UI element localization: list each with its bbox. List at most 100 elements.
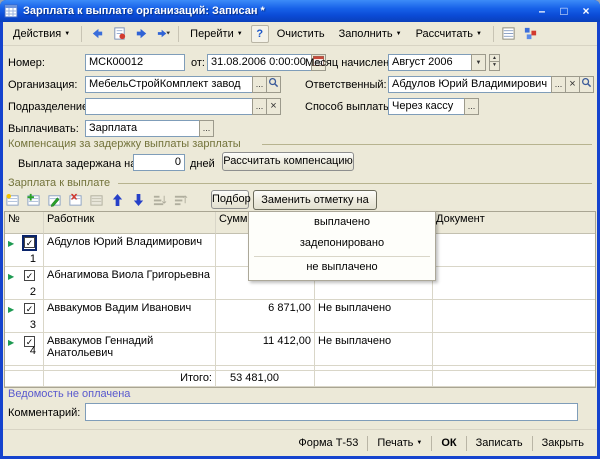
add-row-button[interactable] (4, 192, 21, 208)
responsible-open-button[interactable] (579, 76, 594, 93)
table-totals-row: Итого: 53 481,00 (5, 371, 595, 387)
table-row[interactable]: ▶ ✓ 3 Аввакумов Вадим Иванович 6 871,00 … (5, 300, 595, 333)
document-cell (433, 333, 595, 366)
table-row[interactable]: ▶ ✓ 4 Аввакумов Геннадий Анатольевич 11 … (5, 333, 595, 366)
sort-asc-icon (152, 193, 167, 207)
method-input[interactable]: Через кассу (388, 98, 465, 115)
edit-pencil-icon (47, 193, 62, 207)
responsible-select-button[interactable]: ... (551, 76, 566, 93)
row-marker-icon: ▶ (8, 338, 14, 347)
calculate-menu-button[interactable]: Рассчитать▼ (410, 26, 488, 42)
move-down-button[interactable] (130, 192, 147, 208)
spinner-up-icon[interactable]: ▲ (490, 55, 499, 62)
amount-cell: 6 871,00 (216, 300, 315, 333)
help-icon: ? (256, 28, 263, 40)
delay-label: Выплата задержана на (18, 158, 136, 170)
delete-icon (68, 193, 83, 207)
ok-button[interactable]: ОК (432, 435, 465, 451)
list-settings-button[interactable] (499, 24, 519, 43)
department-clear-button[interactable]: × (266, 98, 281, 115)
payroll-status-text: Ведомость не оплачена (8, 388, 130, 400)
row-checkbox[interactable]: ✓ (24, 237, 35, 249)
goto-menu-button[interactable]: Перейти▼ (184, 26, 249, 42)
menu-separator (254, 256, 430, 257)
clear-button[interactable]: Очистить (271, 26, 331, 42)
month-spinner[interactable]: ▲ ▼ (489, 54, 500, 71)
structure-prev-button[interactable] (131, 24, 151, 43)
curved-arrow-icon (134, 26, 149, 41)
total-label: Итого: (44, 371, 216, 387)
row-number: 4 (30, 345, 36, 357)
sort-asc-button[interactable] (151, 192, 168, 208)
compensation-group-title: Компенсация за задержку выплаты зарплаты (8, 138, 241, 150)
row-checkbox[interactable]: ✓ (24, 270, 35, 282)
checkbox-check-icon: ✓ (24, 270, 35, 281)
actions-menu-button[interactable]: Действия▼ (7, 26, 76, 42)
end-edit-button[interactable] (88, 192, 105, 208)
window-title: Зарплата к выплате организаций: Записан … (23, 5, 534, 17)
save-button[interactable]: Записать (467, 435, 532, 451)
date-label: от: (191, 57, 205, 69)
sort-desc-button[interactable] (172, 192, 189, 208)
pay-select-button[interactable]: ... (199, 120, 214, 137)
col-header-document: Документ (433, 212, 595, 234)
month-dropdown-button[interactable]: ▼ (471, 54, 486, 71)
month-input[interactable]: Август 2006 (388, 54, 472, 71)
employee-name: Абдулов Юрий Владимирович (44, 234, 216, 267)
checkbox-check-icon: ✓ (24, 303, 35, 314)
days-label: дней (190, 158, 215, 170)
pick-button[interactable]: Подбор (211, 190, 249, 209)
status-cell: Не выплачено (315, 300, 433, 333)
delay-days-input[interactable]: 0 (133, 154, 185, 171)
dropdown-arrow-icon: ▼ (237, 31, 243, 37)
date-input[interactable]: 31.08.2006 0:00:00 (207, 54, 312, 71)
help-button[interactable]: ? (251, 25, 269, 43)
replace-mark-button[interactable]: Заменить отметку на ...▼ (253, 190, 377, 210)
end-edit-icon (89, 193, 104, 207)
close-button[interactable]: Закрыть (533, 435, 593, 451)
row-checkbox[interactable]: ✓ (24, 303, 35, 315)
organization-select-button[interactable]: ... (252, 76, 267, 93)
reread-button[interactable] (109, 24, 129, 43)
menu-item-paid[interactable]: выплачено (249, 212, 435, 233)
minimize-icon[interactable]: – (534, 4, 550, 18)
close-icon[interactable]: × (578, 4, 594, 18)
title-bar: Зарплата к выплате организаций: Записан … (0, 0, 600, 22)
delete-row-button[interactable] (67, 192, 84, 208)
structure-next-button[interactable] (153, 24, 173, 43)
form-t53-button[interactable]: Форма Т-53 (289, 435, 367, 451)
comment-input[interactable] (85, 403, 578, 421)
move-up-button[interactable] (109, 192, 126, 208)
replace-mark-menu: выплачено задепонировано не выплачено (248, 211, 436, 281)
row-marker-icon: ▶ (8, 305, 14, 314)
magnifier-icon (581, 77, 592, 88)
organization-open-button[interactable] (266, 76, 281, 93)
spinner-down-icon[interactable]: ▼ (490, 62, 499, 69)
add-icon (5, 193, 20, 207)
structure-settings-button[interactable] (521, 24, 541, 43)
number-input[interactable]: МСК00012 (85, 54, 185, 71)
row-marker-icon: ▶ (8, 239, 14, 248)
edit-row-button[interactable] (46, 192, 63, 208)
organization-input[interactable]: МебельСтройКомплект завод (85, 76, 253, 93)
copy-row-button[interactable] (25, 192, 42, 208)
calc-compensation-button[interactable]: Рассчитать компенсацию (222, 152, 354, 171)
row-number: 1 (30, 253, 36, 265)
menu-item-not-paid[interactable]: не выплачено (249, 259, 435, 278)
arrow-up-icon (111, 193, 124, 207)
back-button[interactable] (87, 24, 107, 43)
maximize-icon[interactable]: □ (556, 4, 572, 18)
department-select-button[interactable]: ... (252, 98, 267, 115)
department-input[interactable] (85, 98, 253, 115)
comment-label: Комментарий: (8, 407, 80, 419)
pay-input[interactable]: Зарплата (85, 120, 200, 137)
menu-item-deposited[interactable]: задепонировано (249, 233, 435, 254)
responsible-input[interactable]: Абдулов Юрий Владимирович (388, 76, 552, 93)
print-button[interactable]: Печать▼ (368, 435, 431, 451)
amount-cell: 11 412,00 (216, 333, 315, 366)
arrow-down-icon (132, 193, 145, 207)
responsible-clear-button[interactable]: × (565, 76, 580, 93)
employee-name: Абнагимова Виола Григорьевна (44, 267, 216, 300)
method-select-button[interactable]: ... (464, 98, 479, 115)
fill-menu-button[interactable]: Заполнить▼ (333, 26, 408, 42)
